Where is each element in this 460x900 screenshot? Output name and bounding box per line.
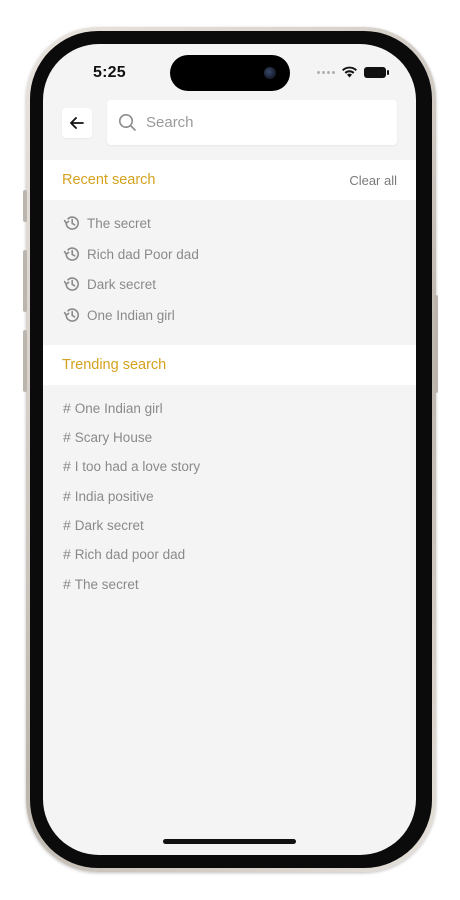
home-indicator[interactable] — [163, 839, 296, 844]
power-button — [434, 295, 438, 393]
trending-search-item[interactable]: # Dark secret — [63, 517, 144, 533]
hashtag-icon: # — [63, 517, 71, 533]
search-input[interactable] — [146, 114, 366, 131]
status-indicators — [317, 66, 389, 78]
trending-search-item[interactable]: # The secret — [63, 576, 139, 592]
recent-search-label: Dark secret — [87, 276, 157, 292]
wifi-icon — [342, 66, 357, 78]
search-icon — [119, 114, 136, 131]
trending-search-item[interactable]: # Scary House — [63, 429, 152, 445]
arrow-left-icon — [70, 117, 84, 129]
status-time: 5:25 — [93, 64, 126, 81]
recent-search-title: Recent search — [62, 172, 156, 188]
hashtag-icon: # — [63, 546, 71, 562]
camera-icon — [264, 67, 276, 79]
trending-search-item[interactable]: # India positive — [63, 488, 154, 504]
volume-up-button — [23, 250, 27, 312]
hashtag-icon: # — [63, 488, 71, 504]
history-icon — [63, 216, 79, 230]
battery-icon — [364, 66, 389, 78]
history-icon — [63, 277, 79, 291]
trending-search-label: Rich dad poor dad — [74, 546, 186, 562]
recent-search-header: Recent search Clear all — [43, 160, 416, 200]
clear-all-button[interactable]: Clear all — [349, 173, 397, 188]
hashtag-icon: # — [63, 458, 71, 474]
trending-search-label: The secret — [74, 576, 139, 592]
history-icon — [63, 247, 79, 261]
trending-search-label: Scary House — [74, 429, 153, 445]
trending-search-item[interactable]: # One Indian girl — [63, 400, 163, 416]
trending-search-title: Trending search — [62, 357, 167, 373]
recent-search-label: Rich dad Poor dad — [87, 246, 199, 262]
recent-search-item[interactable]: Dark secret — [63, 275, 156, 293]
trending-search-label: Dark secret — [74, 517, 144, 533]
hashtag-icon: # — [63, 576, 71, 592]
trending-search-label: One Indian girl — [74, 400, 163, 416]
history-icon — [63, 308, 79, 322]
screen: 5:25 Recent search Clear all — [43, 44, 416, 855]
recent-search-item[interactable]: Rich dad Poor dad — [63, 245, 199, 263]
volume-down-button — [23, 330, 27, 392]
action-button — [23, 190, 27, 222]
dynamic-island — [170, 55, 290, 91]
hashtag-icon: # — [63, 429, 71, 445]
signal-icon — [317, 70, 335, 74]
hashtag-icon: # — [63, 400, 71, 416]
recent-search-item[interactable]: The secret — [63, 214, 151, 232]
search-bar[interactable] — [107, 100, 397, 145]
back-button[interactable] — [62, 108, 92, 138]
recent-search-item[interactable]: One Indian girl — [63, 306, 175, 324]
trending-search-item[interactable]: # Rich dad poor dad — [63, 546, 185, 562]
trending-search-header: Trending search — [43, 345, 416, 385]
recent-search-label: One Indian girl — [87, 307, 175, 323]
trending-search-label: I too had a love story — [74, 458, 201, 474]
recent-search-label: The secret — [87, 215, 151, 231]
trending-search-label: India positive — [74, 488, 154, 504]
trending-search-item[interactable]: # I too had a love story — [63, 458, 200, 474]
